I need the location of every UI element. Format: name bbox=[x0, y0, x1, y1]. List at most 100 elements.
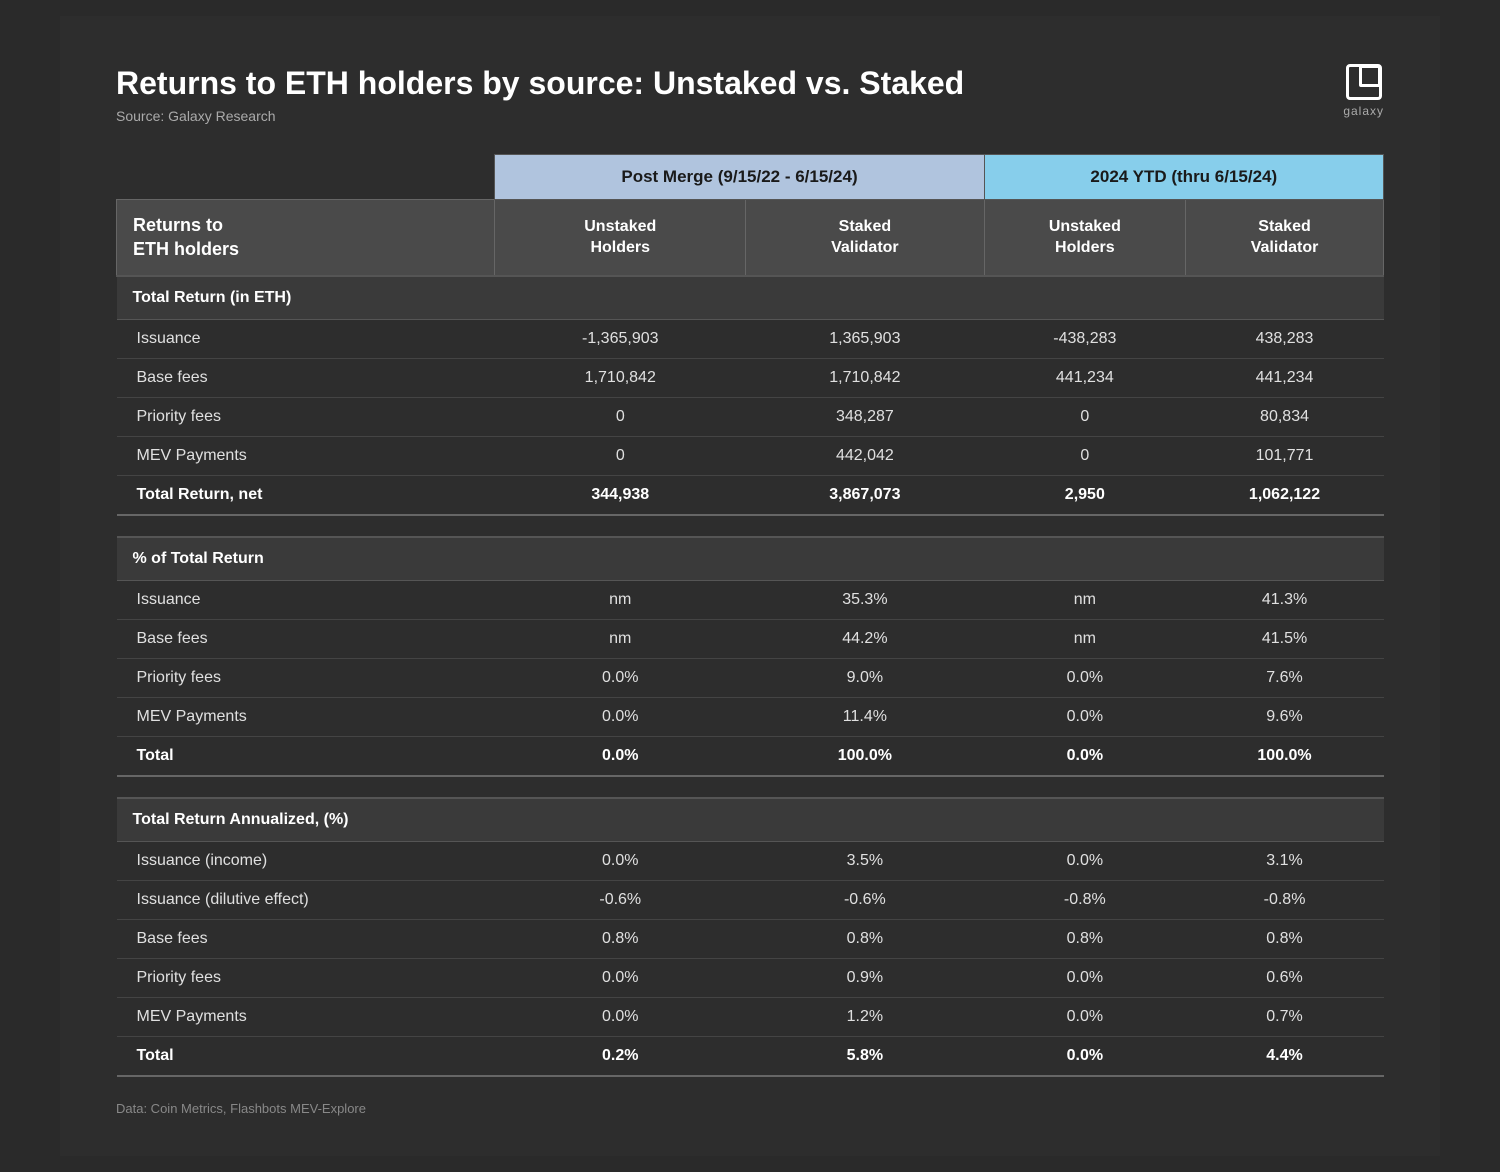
total-s2: 100.0% bbox=[1186, 737, 1384, 777]
row-label: Priority fees bbox=[117, 959, 495, 998]
total-s1: 100.0% bbox=[746, 737, 984, 777]
table-row: Issuance (income) 0.0% 3.5% 0.0% 3.1% bbox=[117, 842, 1384, 881]
source-label: Source: Galaxy Research bbox=[116, 108, 1384, 124]
cell-s1: 0.8% bbox=[746, 920, 984, 959]
cell-s1: 35.3% bbox=[746, 581, 984, 620]
cell-s2: 7.6% bbox=[1186, 659, 1384, 698]
row-label: Issuance bbox=[117, 581, 495, 620]
footer-note: Data: Coin Metrics, Flashbots MEV-Explor… bbox=[116, 1101, 1384, 1116]
cell-u1: 0.8% bbox=[495, 920, 746, 959]
total-s1: 3,867,073 bbox=[746, 476, 984, 516]
row-label: Priority fees bbox=[117, 398, 495, 437]
table-row: Issuance (dilutive effect) -0.6% -0.6% -… bbox=[117, 881, 1384, 920]
table-row: Priority fees 0 348,287 0 80,834 bbox=[117, 398, 1384, 437]
cell-s2: 0.6% bbox=[1186, 959, 1384, 998]
table-row: Base fees 1,710,842 1,710,842 441,234 44… bbox=[117, 359, 1384, 398]
total-row-1: Total 0.0% 100.0% 0.0% 100.0% bbox=[117, 737, 1384, 777]
cell-s2: 41.3% bbox=[1186, 581, 1384, 620]
cell-s2: 101,771 bbox=[1186, 437, 1384, 476]
cell-s1: 442,042 bbox=[746, 437, 984, 476]
table-row: Base fees nm 44.2% nm 41.5% bbox=[117, 620, 1384, 659]
staked1-header: StakedValidator bbox=[746, 200, 984, 276]
spacer-row bbox=[117, 515, 1384, 537]
returns-header: Returns toETH holders bbox=[117, 200, 495, 276]
unstaked1-header: UnstakedHolders bbox=[495, 200, 746, 276]
total-u2: 2,950 bbox=[984, 476, 1185, 516]
cell-s1: 3.5% bbox=[746, 842, 984, 881]
sub-header-row: Returns toETH holders UnstakedHolders St… bbox=[117, 200, 1384, 276]
cell-s1: 0.9% bbox=[746, 959, 984, 998]
total-u1: 344,938 bbox=[495, 476, 746, 516]
galaxy-label: galaxy bbox=[1343, 104, 1384, 118]
cell-s1: 9.0% bbox=[746, 659, 984, 698]
total-label: Total Return, net bbox=[117, 476, 495, 516]
cell-u2: 0.0% bbox=[984, 998, 1185, 1037]
postmerge-header: Post Merge (9/15/22 - 6/15/24) bbox=[495, 155, 984, 200]
cell-s1: 348,287 bbox=[746, 398, 984, 437]
galaxy-logo: galaxy bbox=[1343, 64, 1384, 118]
total-s2: 4.4% bbox=[1186, 1037, 1384, 1077]
total-u1: 0.0% bbox=[495, 737, 746, 777]
row-label: Base fees bbox=[117, 359, 495, 398]
column-header-row: Post Merge (9/15/22 - 6/15/24) 2024 YTD … bbox=[117, 155, 1384, 200]
cell-u2: nm bbox=[984, 581, 1185, 620]
cell-u2: 0 bbox=[984, 437, 1185, 476]
row-label: Base fees bbox=[117, 920, 495, 959]
cell-s2: 441,234 bbox=[1186, 359, 1384, 398]
row-label: MEV Payments bbox=[117, 998, 495, 1037]
unstaked2-header: UnstakedHolders bbox=[984, 200, 1185, 276]
cell-u1: nm bbox=[495, 620, 746, 659]
cell-s1: 11.4% bbox=[746, 698, 984, 737]
cell-u1: -1,365,903 bbox=[495, 320, 746, 359]
cell-u1: 0.0% bbox=[495, 842, 746, 881]
cell-u1: 0.0% bbox=[495, 998, 746, 1037]
total-label: Total bbox=[117, 737, 495, 777]
row-label: MEV Payments bbox=[117, 698, 495, 737]
table-row: Priority fees 0.0% 0.9% 0.0% 0.6% bbox=[117, 959, 1384, 998]
cell-u1: 1,710,842 bbox=[495, 359, 746, 398]
cell-u2: 0.0% bbox=[984, 959, 1185, 998]
page-title: Returns to ETH holders by source: Unstak… bbox=[116, 64, 1384, 102]
main-card: Returns to ETH holders by source: Unstak… bbox=[60, 16, 1440, 1156]
section-header-0: Total Return (in ETH) bbox=[117, 276, 1384, 320]
row-label: Issuance bbox=[117, 320, 495, 359]
cell-u1: -0.6% bbox=[495, 881, 746, 920]
data-table: Post Merge (9/15/22 - 6/15/24) 2024 YTD … bbox=[116, 154, 1384, 1077]
cell-s2: 41.5% bbox=[1186, 620, 1384, 659]
cell-u2: 0.0% bbox=[984, 659, 1185, 698]
total-u2: 0.0% bbox=[984, 1037, 1185, 1077]
cell-s2: 80,834 bbox=[1186, 398, 1384, 437]
cell-s1: -0.6% bbox=[746, 881, 984, 920]
cell-u1: 0.0% bbox=[495, 659, 746, 698]
cell-s1: 1,710,842 bbox=[746, 359, 984, 398]
row-label: Issuance (income) bbox=[117, 842, 495, 881]
cell-u1: 0.0% bbox=[495, 698, 746, 737]
cell-u2: 0.8% bbox=[984, 920, 1185, 959]
cell-s1: 1.2% bbox=[746, 998, 984, 1037]
cell-u2: -438,283 bbox=[984, 320, 1185, 359]
section-header-2: Total Return Annualized, (%) bbox=[117, 798, 1384, 842]
row-label: MEV Payments bbox=[117, 437, 495, 476]
table-row: MEV Payments 0.0% 11.4% 0.0% 9.6% bbox=[117, 698, 1384, 737]
cell-u1: 0.0% bbox=[495, 959, 746, 998]
cell-u2: nm bbox=[984, 620, 1185, 659]
header: Returns to ETH holders by source: Unstak… bbox=[116, 64, 1384, 124]
total-row-2: Total 0.2% 5.8% 0.0% 4.4% bbox=[117, 1037, 1384, 1077]
cell-s2: 3.1% bbox=[1186, 842, 1384, 881]
section-title: % of Total Return bbox=[117, 537, 1384, 581]
total-row-0: Total Return, net 344,938 3,867,073 2,95… bbox=[117, 476, 1384, 516]
table-row: MEV Payments 0 442,042 0 101,771 bbox=[117, 437, 1384, 476]
cell-u1: 0 bbox=[495, 437, 746, 476]
cell-s1: 44.2% bbox=[746, 620, 984, 659]
table-row: Issuance -1,365,903 1,365,903 -438,283 4… bbox=[117, 320, 1384, 359]
section-title: Total Return (in ETH) bbox=[117, 276, 1384, 320]
cell-u1: 0 bbox=[495, 398, 746, 437]
total-s1: 5.8% bbox=[746, 1037, 984, 1077]
table-row: MEV Payments 0.0% 1.2% 0.0% 0.7% bbox=[117, 998, 1384, 1037]
cell-u2: 0 bbox=[984, 398, 1185, 437]
cell-s2: 0.7% bbox=[1186, 998, 1384, 1037]
section-header-1: % of Total Return bbox=[117, 537, 1384, 581]
cell-s2: 0.8% bbox=[1186, 920, 1384, 959]
section-title: Total Return Annualized, (%) bbox=[117, 798, 1384, 842]
total-s2: 1,062,122 bbox=[1186, 476, 1384, 516]
